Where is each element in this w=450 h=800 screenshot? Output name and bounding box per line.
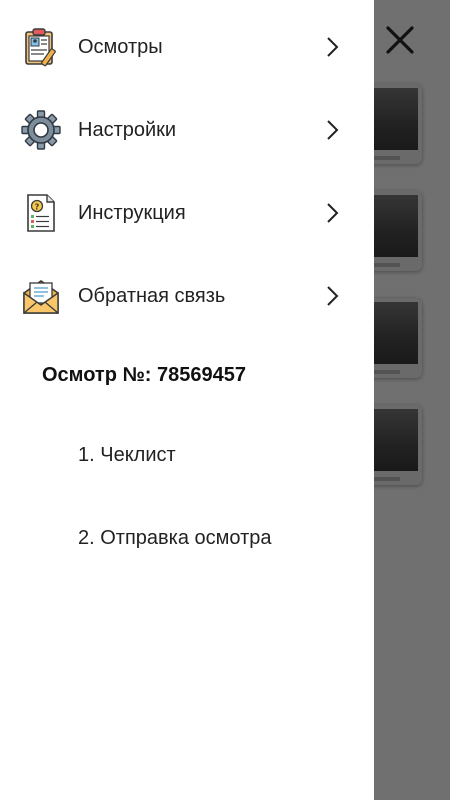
clipboard-icon (20, 26, 62, 68)
chevron-right-icon (322, 201, 342, 225)
menu-item-label: Обратная связь (78, 284, 226, 307)
navigation-drawer: Осмотры Настройки ? Инструкция Обратная … (0, 0, 374, 800)
document-question-icon: ? (20, 192, 62, 234)
close-button[interactable] (380, 20, 420, 60)
svg-text:?: ? (35, 203, 40, 212)
menu-item-label: Инструкция (78, 201, 186, 224)
envelope-icon (20, 275, 62, 317)
chevron-right-icon (322, 284, 342, 308)
step-checklist[interactable]: 1. Чеклист (78, 444, 176, 467)
chevron-right-icon (322, 35, 342, 59)
menu-item-label: Осмотры (78, 35, 163, 58)
menu-item-instructions[interactable]: ? Инструкция (0, 178, 374, 248)
gear-icon (20, 109, 62, 151)
step-send-inspection[interactable]: 2. Отправка осмотра (78, 527, 272, 550)
chevron-right-icon (322, 118, 342, 142)
close-icon (386, 26, 414, 54)
menu-item-inspections[interactable]: Осмотры (0, 12, 374, 82)
inspection-title: Осмотр №: 78569457 (42, 364, 246, 386)
menu-item-feedback[interactable]: Обратная связь (0, 261, 374, 331)
menu-item-label: Настройки (78, 118, 177, 141)
menu-item-settings[interactable]: Настройки (0, 95, 374, 165)
